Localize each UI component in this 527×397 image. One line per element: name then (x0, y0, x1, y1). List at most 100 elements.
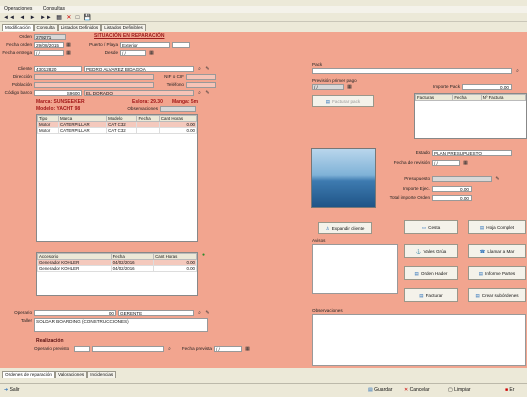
vales-grua-button[interactable]: ⚓ Vales Grúa (404, 244, 458, 258)
guardar-button[interactable]: ▤ Guardar (368, 387, 392, 393)
cancelar-button[interactable]: ✕ Cancelar (404, 387, 430, 393)
presupuesto-field[interactable] (432, 176, 492, 182)
tab-listados-definidos[interactable]: Listados Definidos (57, 24, 102, 31)
tools-icon[interactable]: ✎ (204, 66, 211, 72)
accessories-table[interactable]: Accesorio Fecha Cant Horas Generador KOH… (36, 252, 198, 296)
fecha-prevista-field[interactable]: / / (214, 346, 242, 352)
col-n-factura[interactable]: Nº Factura (480, 94, 527, 101)
tools-icon[interactable]: ✎ (494, 176, 501, 182)
menu-consultas[interactable]: Consultas (43, 6, 65, 12)
informe-partes-button[interactable]: ▤ Informe Partes (468, 266, 526, 280)
first-record-icon[interactable]: ◄◄ (3, 15, 15, 21)
table-row[interactable]: Motor CATERPILLAR CAT C32 0.00 (37, 127, 198, 134)
facturar-button[interactable]: ▤ Facturar (404, 288, 458, 302)
operario-previsto-name[interactable] (92, 346, 164, 352)
tab-modificacion[interactable]: Modificación (2, 24, 34, 31)
desde-field[interactable]: / / (120, 50, 146, 56)
ordenes-button[interactable]: ▤ Orden Hader (404, 266, 458, 280)
taller-textarea[interactable]: SOLDAR BOARDING (CONSTRUCCIONES) (34, 318, 208, 332)
fecha-prevista-label: Fecha prevista (181, 346, 212, 351)
engines-table[interactable]: Tipo Marca Modelo Fecha Cant Horas Motor… (36, 114, 198, 242)
col-fecha[interactable]: Fecha (452, 94, 482, 101)
tab-ordenes[interactable]: Ordenes de reparación (2, 371, 55, 378)
binoculars-icon[interactable]: ⌕ (196, 310, 203, 316)
binoculars-icon[interactable]: ⌕ (196, 90, 203, 96)
last-record-icon[interactable]: ►► (40, 15, 52, 21)
facturas-table[interactable]: Facturas Fecha Nº Factura (414, 93, 527, 139)
sheet-icon: ▤ (479, 225, 485, 230)
calendar-icon[interactable]: ▦ (65, 42, 72, 48)
extra-button[interactable]: ■ Er (505, 387, 514, 393)
importe-pack-field[interactable]: 0.00 (462, 84, 512, 90)
facturar-pack-button[interactable]: ▤ Facturar pack (312, 95, 374, 107)
prev-record-icon[interactable]: ◄ (19, 15, 25, 21)
avisos-textarea[interactable] (312, 244, 398, 294)
operario-code-field[interactable]: 00 (34, 310, 116, 316)
poblacion-field[interactable] (34, 82, 154, 88)
grid-icon[interactable]: ▦ (56, 14, 62, 21)
tools-icon[interactable]: ✎ (204, 90, 211, 96)
fecha-orden-label: Fecha orden (6, 42, 32, 47)
save-icon[interactable]: 💾 (84, 14, 91, 21)
binoculars-icon[interactable]: ⌕ (514, 68, 521, 74)
cliente-code-field[interactable]: 43012820 (34, 66, 82, 72)
puerto-extra-field[interactable] (172, 42, 190, 48)
calendar-icon[interactable]: ▦ (148, 50, 155, 56)
fecha-revision-label: Fecha de revisión (393, 160, 430, 165)
total-importe-field[interactable]: 0.00 (432, 195, 472, 201)
telefono-label: Teléfono (166, 82, 184, 87)
tab-listados-definibles[interactable]: Listados Definibles (101, 24, 146, 31)
invoice-icon: ▤ (419, 293, 424, 298)
llamar-button[interactable]: ☎ Llamar a Mar (468, 244, 526, 258)
operario-name-field[interactable]: GERENTE (118, 310, 194, 316)
binoculars-icon[interactable]: ⌕ (196, 66, 203, 72)
calendar-icon[interactable]: ▦ (462, 160, 469, 166)
add-icon[interactable]: ● (200, 252, 207, 258)
expandir-cliente-button[interactable]: ♙ Expandir cliente (318, 222, 372, 234)
orden-field[interactable]: 279271 (34, 34, 66, 40)
tab-incidencias[interactable]: Incidencias (87, 371, 117, 378)
table-row[interactable]: Generador KOHLER 04/02/2016 0.00 (37, 265, 197, 272)
observaciones-right-label: Observaciones (312, 308, 343, 313)
binoculars-icon[interactable]: ⌕ (166, 346, 173, 352)
next-record-icon[interactable]: ► (30, 15, 36, 21)
telefono-field[interactable] (186, 82, 216, 88)
cesta-button[interactable]: ▭ Cesta (404, 220, 458, 234)
fecha-entrega-field[interactable]: / / (34, 50, 64, 56)
puerto-select[interactable]: Exterior (120, 42, 170, 48)
tools-icon[interactable]: ✎ (204, 310, 211, 316)
fecha-orden-field[interactable]: 29/08/2015 (34, 42, 64, 48)
direccion-field[interactable] (34, 74, 154, 80)
codigo-barco-field[interactable]: S9600 (34, 90, 82, 96)
tab-valoraciones[interactable]: Valoraciones (55, 371, 88, 378)
limpiar-button[interactable]: ▢ Limpiar (448, 387, 471, 393)
fecha-revision-field[interactable]: / / (432, 160, 460, 166)
estado-select[interactable]: PLAN PRESUPUESTO (432, 150, 512, 156)
calendar-icon[interactable]: ▦ (346, 84, 353, 90)
delete-icon[interactable]: ✕ (66, 14, 71, 21)
observaciones-field[interactable] (160, 106, 196, 112)
report-icon: ▤ (478, 271, 484, 276)
cliente-name-field[interactable]: PEDRO ALVAREZ BIDAGOA (84, 66, 194, 72)
operario-previsto-label: Operario previsto (34, 346, 70, 351)
nif-field[interactable] (186, 74, 216, 80)
toolbar: ◄◄ ◄ ► ►► ▦ ✕ □ 💾 (0, 14, 527, 22)
importe-ejec-field[interactable]: 0.00 (432, 186, 472, 192)
recordar-field[interactable]: / / (312, 84, 344, 90)
crear-subordenes-button[interactable]: ▤ Crear subórdenes (468, 288, 526, 302)
col-facturas[interactable]: Facturas (414, 94, 454, 101)
document-icon: ▤ (325, 99, 331, 104)
salir-button[interactable]: ➜ Salir (4, 387, 20, 393)
menu-operaciones[interactable]: Operaciones (4, 6, 32, 12)
operario-previsto-code[interactable] (74, 346, 90, 352)
observaciones-textarea[interactable] (312, 314, 526, 366)
blank-icon[interactable]: □ (76, 15, 80, 21)
crane-icon: ⚓ (415, 249, 422, 254)
phone-icon: ☎ (479, 249, 486, 254)
calendar-icon[interactable]: ▦ (244, 346, 251, 352)
barco-name-field[interactable]: EL DORADO (84, 90, 194, 96)
hoja-completa-button[interactable]: ▤ Hoja Complet (468, 220, 526, 234)
pack-field[interactable] (312, 68, 512, 74)
calendar-icon[interactable]: ▦ (65, 50, 72, 56)
tab-consulta[interactable]: Consulta (33, 24, 58, 31)
